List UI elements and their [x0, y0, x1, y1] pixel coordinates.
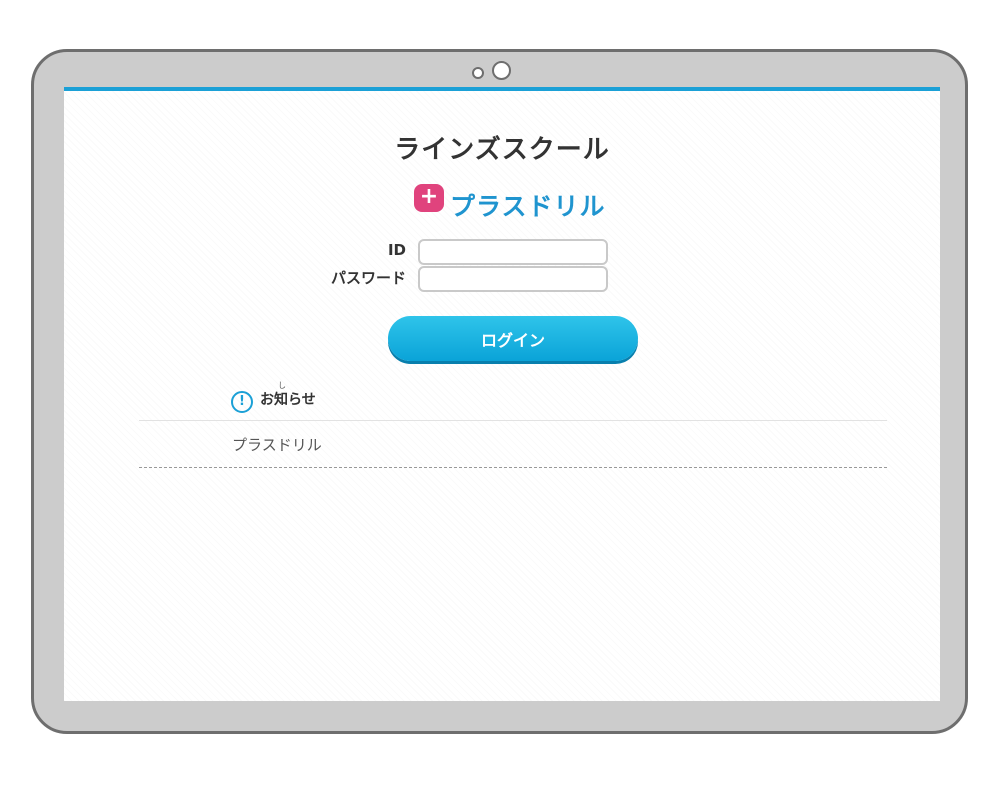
school-name: ラインズスクール: [394, 135, 610, 165]
news-title: お知らせ: [260, 392, 316, 408]
id-input[interactable]: [418, 239, 608, 265]
camera-lens: [492, 61, 511, 80]
camera-sensor: [472, 67, 484, 79]
badge-tail: [436, 206, 444, 212]
news-divider: [139, 420, 887, 421]
plus-badge-icon: +: [414, 184, 444, 212]
login-button[interactable]: ログイン: [388, 316, 638, 361]
password-input[interactable]: [418, 266, 608, 292]
screen: ラインズスクール + プラスドリル ID パスワード ログイン ! し お知らせ…: [64, 87, 940, 701]
plus-icon: +: [419, 184, 439, 209]
password-label: パスワード: [330, 269, 406, 287]
plus-drill-logo: + プラスドリル: [414, 182, 614, 222]
news-item[interactable]: プラスドリル: [232, 434, 322, 455]
id-label: ID: [387, 241, 406, 259]
top-accent-bar: [64, 87, 940, 91]
news-item-divider: [139, 467, 887, 468]
exclamation-circle-icon: !: [231, 391, 253, 413]
logo-text: プラスドリル: [450, 192, 606, 221]
